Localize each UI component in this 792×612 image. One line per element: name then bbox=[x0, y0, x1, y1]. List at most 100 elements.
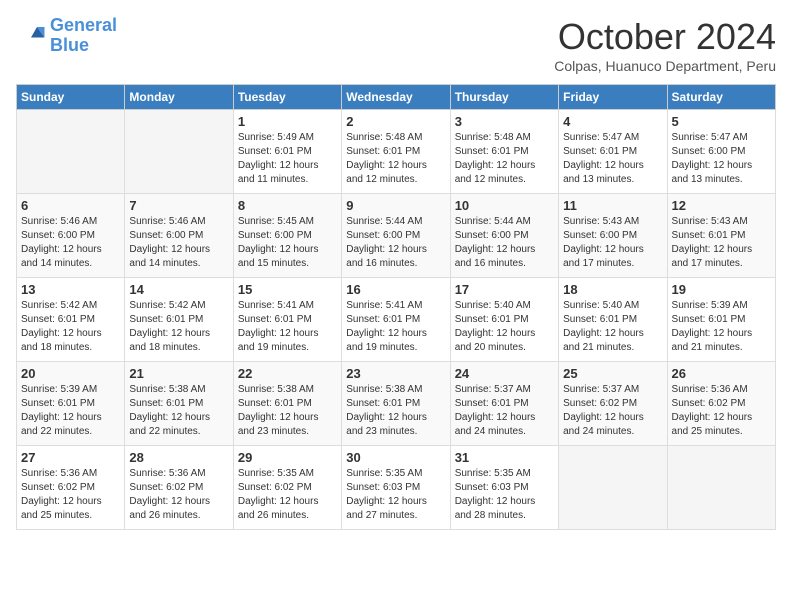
calendar-cell: 20 Sunrise: 5:39 AM Sunset: 6:01 PM Dayli… bbox=[17, 362, 125, 446]
day-info: Sunrise: 5:36 AM Sunset: 6:02 PM Dayligh… bbox=[672, 383, 771, 439]
calendar-cell: 13 Sunrise: 5:42 AM Sunset: 6:01 PM Dayli… bbox=[17, 278, 125, 362]
day-info: Sunrise: 5:39 AM Sunset: 6:01 PM Dayligh… bbox=[672, 299, 771, 355]
day-info: Sunrise: 5:36 AM Sunset: 6:02 PM Dayligh… bbox=[21, 467, 120, 523]
calendar-cell: 2Sunrise: 5:48 AM Sunset: 6:01 PM Daylig… bbox=[342, 110, 450, 194]
day-number: 1 bbox=[238, 114, 337, 129]
logo-icon bbox=[16, 21, 46, 51]
calendar-cell: 23 Sunrise: 5:38 AM Sunset: 6:01 PM Dayli… bbox=[342, 362, 450, 446]
day-number: 29 bbox=[238, 450, 337, 465]
day-info: Sunrise: 5:44 AM Sunset: 6:00 PM Dayligh… bbox=[455, 215, 554, 271]
day-info: Sunrise: 5:41 AM Sunset: 6:01 PM Dayligh… bbox=[346, 299, 445, 355]
title-block: October 2024 Colpas, Huanuco Department,… bbox=[554, 16, 776, 74]
day-info: Sunrise: 5:42 AM Sunset: 6:01 PM Dayligh… bbox=[129, 299, 228, 355]
day-number: 21 bbox=[129, 366, 228, 381]
calendar-cell: 5 Sunrise: 5:47 AM Sunset: 6:00 PM Daylig… bbox=[667, 110, 775, 194]
weekday-header-sunday: Sunday bbox=[17, 85, 125, 110]
day-number: 25 bbox=[563, 366, 662, 381]
week-row-5: 27 Sunrise: 5:36 AM Sunset: 6:02 PM Dayli… bbox=[17, 446, 776, 530]
weekday-header-row: SundayMondayTuesdayWednesdayThursdayFrid… bbox=[17, 85, 776, 110]
day-number: 2 bbox=[346, 114, 445, 129]
day-number: 28 bbox=[129, 450, 228, 465]
day-number: 17 bbox=[455, 282, 554, 297]
calendar-cell: 22 Sunrise: 5:38 AM Sunset: 6:01 PM Dayli… bbox=[233, 362, 341, 446]
weekday-header-thursday: Thursday bbox=[450, 85, 558, 110]
day-number: 5 bbox=[672, 114, 771, 129]
day-info: Sunrise: 5:44 AM Sunset: 6:00 PM Dayligh… bbox=[346, 215, 445, 271]
calendar-cell: 15 Sunrise: 5:41 AM Sunset: 6:01 PM Dayli… bbox=[233, 278, 341, 362]
day-number: 26 bbox=[672, 366, 771, 381]
day-number: 31 bbox=[455, 450, 554, 465]
calendar-cell: 16Sunrise: 5:41 AM Sunset: 6:01 PM Dayli… bbox=[342, 278, 450, 362]
day-number: 10 bbox=[455, 198, 554, 213]
day-info: Sunrise: 5:35 AM Sunset: 6:03 PM Dayligh… bbox=[455, 467, 554, 523]
calendar-cell: 1 Sunrise: 5:49 AM Sunset: 6:01 PM Daylig… bbox=[233, 110, 341, 194]
day-number: 27 bbox=[21, 450, 120, 465]
calendar-cell: 8Sunrise: 5:45 AM Sunset: 6:00 PM Daylig… bbox=[233, 194, 341, 278]
calendar-cell: 26 Sunrise: 5:36 AM Sunset: 6:02 PM Dayli… bbox=[667, 362, 775, 446]
day-number: 15 bbox=[238, 282, 337, 297]
day-number: 3 bbox=[455, 114, 554, 129]
day-info: Sunrise: 5:35 AM Sunset: 6:02 PM Dayligh… bbox=[238, 467, 337, 523]
day-info: Sunrise: 5:47 AM Sunset: 6:01 PM Dayligh… bbox=[563, 131, 662, 187]
day-number: 23 bbox=[346, 366, 445, 381]
day-number: 6 bbox=[21, 198, 120, 213]
day-info: Sunrise: 5:40 AM Sunset: 6:01 PM Dayligh… bbox=[563, 299, 662, 355]
calendar-cell: 24 Sunrise: 5:37 AM Sunset: 6:01 PM Dayli… bbox=[450, 362, 558, 446]
calendar-cell: 29 Sunrise: 5:35 AM Sunset: 6:02 PM Dayli… bbox=[233, 446, 341, 530]
calendar-cell: 4 Sunrise: 5:47 AM Sunset: 6:01 PM Daylig… bbox=[559, 110, 667, 194]
day-info: Sunrise: 5:46 AM Sunset: 6:00 PM Dayligh… bbox=[21, 215, 120, 271]
month-title: October 2024 bbox=[554, 16, 776, 58]
calendar-cell bbox=[559, 446, 667, 530]
week-row-3: 13 Sunrise: 5:42 AM Sunset: 6:01 PM Dayli… bbox=[17, 278, 776, 362]
weekday-header-saturday: Saturday bbox=[667, 85, 775, 110]
day-info: Sunrise: 5:49 AM Sunset: 6:01 PM Dayligh… bbox=[238, 131, 337, 187]
day-info: Sunrise: 5:37 AM Sunset: 6:01 PM Dayligh… bbox=[455, 383, 554, 439]
weekday-header-monday: Monday bbox=[125, 85, 233, 110]
day-info: Sunrise: 5:38 AM Sunset: 6:01 PM Dayligh… bbox=[346, 383, 445, 439]
calendar-cell: 18Sunrise: 5:40 AM Sunset: 6:01 PM Dayli… bbox=[559, 278, 667, 362]
week-row-2: 6 Sunrise: 5:46 AM Sunset: 6:00 PM Daylig… bbox=[17, 194, 776, 278]
day-info: Sunrise: 5:40 AM Sunset: 6:01 PM Dayligh… bbox=[455, 299, 554, 355]
day-number: 20 bbox=[21, 366, 120, 381]
day-number: 11 bbox=[563, 198, 662, 213]
day-number: 30 bbox=[346, 450, 445, 465]
calendar-cell bbox=[17, 110, 125, 194]
week-row-1: 1 Sunrise: 5:49 AM Sunset: 6:01 PM Daylig… bbox=[17, 110, 776, 194]
calendar-cell bbox=[667, 446, 775, 530]
logo: General Blue bbox=[16, 16, 117, 56]
weekday-header-tuesday: Tuesday bbox=[233, 85, 341, 110]
day-info: Sunrise: 5:42 AM Sunset: 6:01 PM Dayligh… bbox=[21, 299, 120, 355]
calendar-cell: 31 Sunrise: 5:35 AM Sunset: 6:03 PM Dayli… bbox=[450, 446, 558, 530]
day-number: 7 bbox=[129, 198, 228, 213]
day-number: 19 bbox=[672, 282, 771, 297]
calendar-cell bbox=[125, 110, 233, 194]
day-info: Sunrise: 5:43 AM Sunset: 6:01 PM Dayligh… bbox=[672, 215, 771, 271]
calendar-cell: 10 Sunrise: 5:44 AM Sunset: 6:00 PM Dayli… bbox=[450, 194, 558, 278]
calendar-table: SundayMondayTuesdayWednesdayThursdayFrid… bbox=[16, 84, 776, 530]
calendar-cell: 30Sunrise: 5:35 AM Sunset: 6:03 PM Dayli… bbox=[342, 446, 450, 530]
day-info: Sunrise: 5:48 AM Sunset: 6:01 PM Dayligh… bbox=[455, 131, 554, 187]
calendar-cell: 3 Sunrise: 5:48 AM Sunset: 6:01 PM Daylig… bbox=[450, 110, 558, 194]
day-info: Sunrise: 5:41 AM Sunset: 6:01 PM Dayligh… bbox=[238, 299, 337, 355]
day-number: 4 bbox=[563, 114, 662, 129]
day-info: Sunrise: 5:47 AM Sunset: 6:00 PM Dayligh… bbox=[672, 131, 771, 187]
day-number: 12 bbox=[672, 198, 771, 213]
day-info: Sunrise: 5:46 AM Sunset: 6:00 PM Dayligh… bbox=[129, 215, 228, 271]
weekday-header-wednesday: Wednesday bbox=[342, 85, 450, 110]
day-info: Sunrise: 5:37 AM Sunset: 6:02 PM Dayligh… bbox=[563, 383, 662, 439]
day-info: Sunrise: 5:39 AM Sunset: 6:01 PM Dayligh… bbox=[21, 383, 120, 439]
calendar-cell: 28 Sunrise: 5:36 AM Sunset: 6:02 PM Dayli… bbox=[125, 446, 233, 530]
day-number: 13 bbox=[21, 282, 120, 297]
day-number: 9 bbox=[346, 198, 445, 213]
day-number: 14 bbox=[129, 282, 228, 297]
day-info: Sunrise: 5:38 AM Sunset: 6:01 PM Dayligh… bbox=[238, 383, 337, 439]
calendar-cell: 14 Sunrise: 5:42 AM Sunset: 6:01 PM Dayli… bbox=[125, 278, 233, 362]
day-number: 24 bbox=[455, 366, 554, 381]
day-info: Sunrise: 5:43 AM Sunset: 6:00 PM Dayligh… bbox=[563, 215, 662, 271]
calendar-cell: 12 Sunrise: 5:43 AM Sunset: 6:01 PM Dayli… bbox=[667, 194, 775, 278]
logo-text: General Blue bbox=[50, 16, 117, 56]
day-number: 22 bbox=[238, 366, 337, 381]
calendar-cell: 17 Sunrise: 5:40 AM Sunset: 6:01 PM Dayli… bbox=[450, 278, 558, 362]
day-number: 8 bbox=[238, 198, 337, 213]
day-info: Sunrise: 5:36 AM Sunset: 6:02 PM Dayligh… bbox=[129, 467, 228, 523]
